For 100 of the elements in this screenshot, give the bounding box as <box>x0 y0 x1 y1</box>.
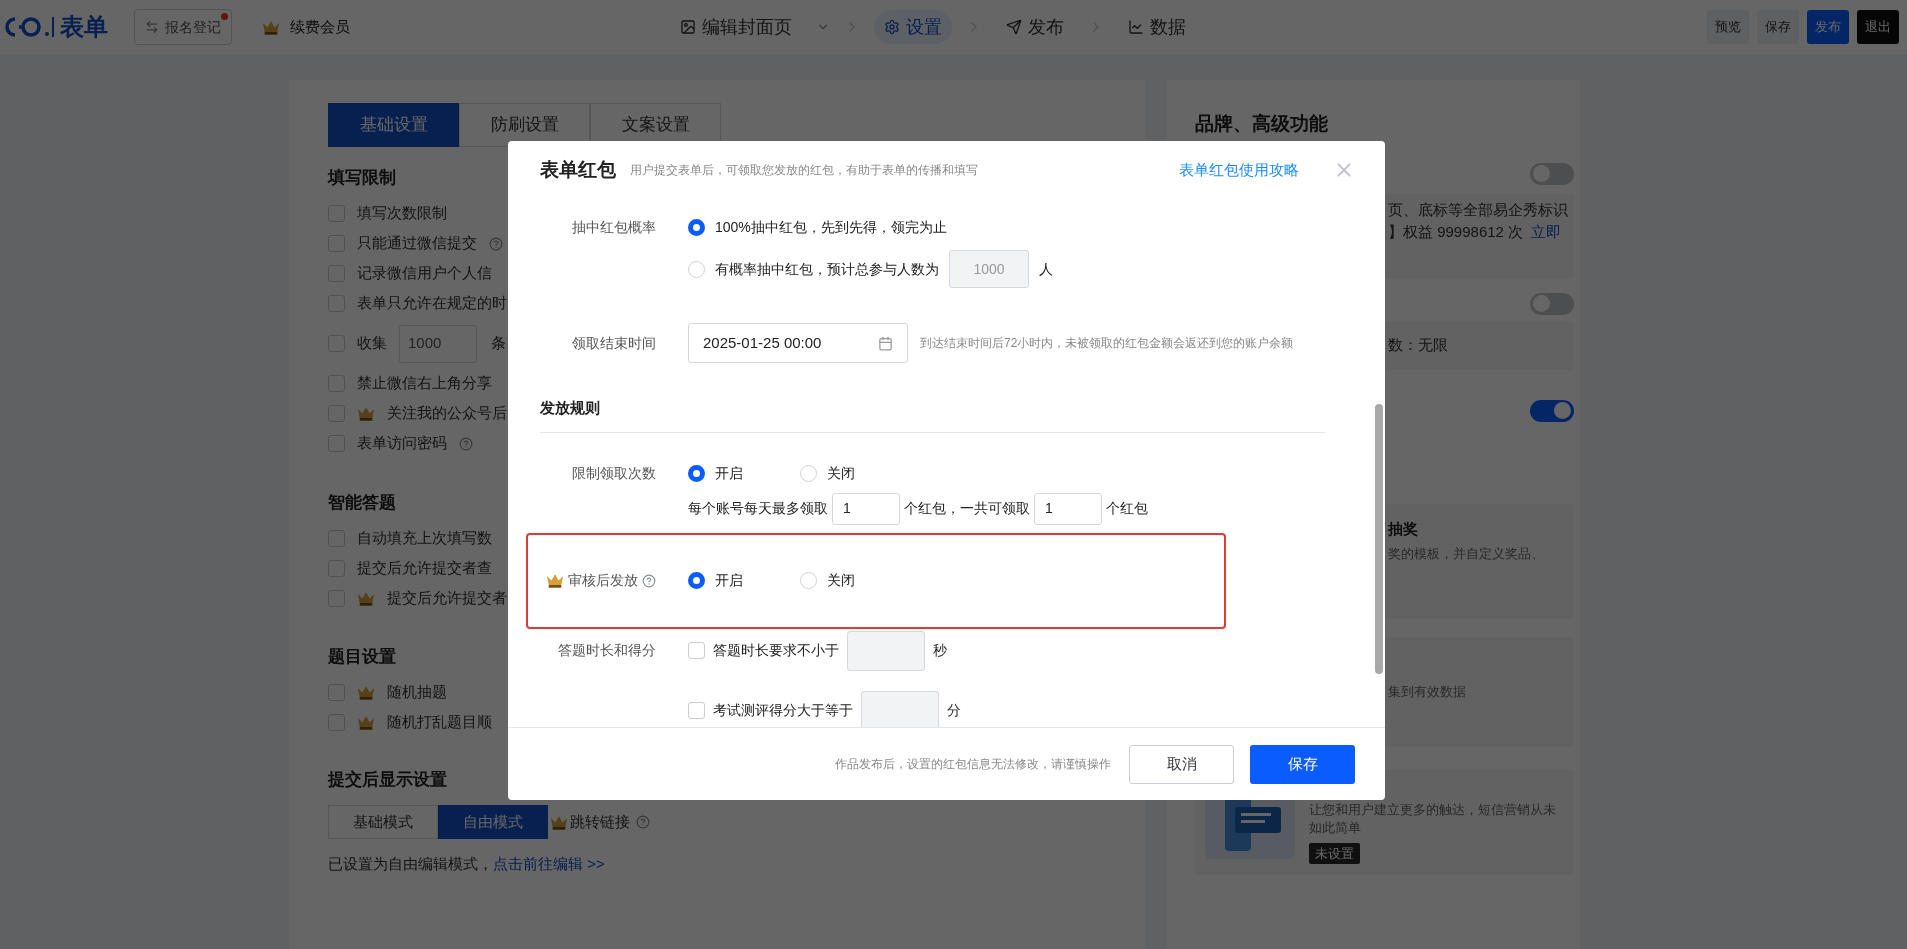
help-icon[interactable] <box>489 236 503 251</box>
option-label: 提交后允许提交者 <box>387 587 507 608</box>
checkbox[interactable] <box>688 642 705 659</box>
mode-tab[interactable]: 自由模式 <box>438 805 548 839</box>
feature-link[interactable]: 立即 <box>1531 221 1562 244</box>
edit-link[interactable]: 点击前往编辑 >> <box>493 853 605 876</box>
option-label: 记录微信用户个人信 <box>357 263 492 284</box>
panel-title: 品牌、高级功能 <box>1195 112 1329 136</box>
toolbar-button[interactable]: 保存 <box>1757 10 1799 44</box>
guide-link[interactable]: 表单红包使用攻略 <box>1179 158 1299 182</box>
number-field[interactable] <box>847 630 925 671</box>
line-chart-icon <box>1128 19 1144 35</box>
option-label: 禁止微信右上角分享 <box>357 373 492 394</box>
limit-text: 个红包，一共可领取 <box>904 499 1030 518</box>
option-label: 随机抽题 <box>387 682 447 703</box>
help-icon[interactable] <box>642 573 656 588</box>
field-hint: 到达结束时间后72小时内，未被领取的红包金额会返还到您的账户余额 <box>920 335 1294 352</box>
help-icon[interactable] <box>636 815 650 829</box>
feature-text: 】权益 99998612 次 <box>1388 222 1524 243</box>
settings-tab[interactable]: 防刷设置 <box>459 103 590 147</box>
logo-text: 表单 <box>60 12 108 42</box>
feature-text: 页、底标等全部易企秀标识 <box>1388 200 1568 221</box>
member-link[interactable]: 续费会员 <box>290 15 350 39</box>
option-label: 关注我的公众号后 <box>387 403 507 424</box>
option-label: 自动填充上次填写数 <box>357 527 492 548</box>
toggle-switch[interactable] <box>1530 399 1574 422</box>
count-field[interactable]: 1000 <box>399 324 477 363</box>
feature-heading: 抽奖 <box>1388 518 1419 539</box>
cancel-button[interactable]: 取消 <box>1129 744 1234 784</box>
footer-note: 作品发布后，设置的红包信息无法修改，请谨慎操作 <box>835 756 1111 773</box>
daily-limit-field[interactable]: 1 <box>832 492 900 525</box>
section-title: 智能答题 <box>328 491 396 514</box>
date-field[interactable]: 2025-01-25 00:00 <box>688 323 908 363</box>
radio-button[interactable] <box>688 218 705 236</box>
toolbar-button[interactable]: 退出 <box>1857 10 1899 44</box>
mode-tab[interactable]: 跳转链接 <box>548 805 652 839</box>
unit-label: 人 <box>1039 259 1053 279</box>
register-button[interactable]: 报名登记 <box>134 9 232 45</box>
checkbox[interactable] <box>688 702 705 719</box>
limit-text: 每个账号每天最多领取 <box>688 499 828 518</box>
feature-text: 数：无限 <box>1388 334 1448 355</box>
option-label: 表单访问密码 <box>357 433 447 454</box>
total-limit-field[interactable]: 1 <box>1034 492 1102 525</box>
radio-label: 开启 <box>715 464 743 483</box>
field-label: 限制领取次数 <box>572 464 656 483</box>
section-title: 题目设置 <box>328 646 396 668</box>
swap-icon <box>145 20 159 34</box>
logo-icon <box>4 15 56 39</box>
step-tab[interactable]: 发布 <box>996 10 1074 44</box>
toggle-switch[interactable] <box>1530 292 1574 315</box>
calendar-icon <box>878 335 893 351</box>
section-title: 填写限制 <box>328 167 396 189</box>
toggle-switch[interactable] <box>1530 162 1574 185</box>
settings-icon <box>884 19 900 35</box>
option-label: 填写次数限制 <box>357 203 447 224</box>
unit-label: 条 <box>491 333 506 354</box>
settings-tab[interactable]: 基础设置 <box>328 103 459 147</box>
participant-field[interactable]: 1000 <box>949 250 1029 288</box>
check-label: 答题时长要求不小于 <box>713 641 839 660</box>
mode-tab[interactable]: 基础模式 <box>328 805 438 839</box>
option-label: 提交后允许提交者查 <box>357 557 492 578</box>
mode-note: 已设置为自由编辑模式， <box>328 854 493 874</box>
field-label: 领取结束时间 <box>572 333 656 353</box>
radio-label: 关闭 <box>827 571 855 590</box>
step-tab[interactable]: 设置 <box>874 10 952 44</box>
option-label: 只能通过微信提交 <box>357 233 477 254</box>
radio-label: 关闭 <box>827 464 855 483</box>
unit-label: 分 <box>947 701 961 720</box>
dialog-subtitle: 用户提交表单后，可领取您发放的红包，有助于表单的传播和填写 <box>630 162 978 179</box>
radio-label: 有概率抽中红包，预计总参与人数为 <box>715 259 939 279</box>
radio-button[interactable] <box>688 465 705 482</box>
field-label: 抽中红包概率 <box>572 217 656 237</box>
save-button[interactable]: 保存 <box>1250 744 1355 784</box>
feature-text: 集到有效数据 <box>1388 682 1467 701</box>
section-title: 提交后显示设置 <box>328 768 447 791</box>
image-icon <box>680 19 696 35</box>
radio-label: 开启 <box>715 571 743 590</box>
status-tag: 未设置 <box>1309 842 1360 864</box>
radio-label: 100%抽中红包，先到先得，领完为止 <box>715 217 947 237</box>
paper-plane-icon <box>1006 19 1022 35</box>
step-tab[interactable]: 编辑封面页 <box>670 10 802 44</box>
option-label: 收集 <box>357 333 387 354</box>
number-field[interactable] <box>861 690 939 727</box>
crown-icon <box>262 19 280 35</box>
field-label: 审核后发放 <box>568 571 638 590</box>
field-label: 答题时长和得分 <box>558 641 656 660</box>
radio-button[interactable] <box>688 572 705 589</box>
check-label: 考试测评得分大于等于 <box>713 701 853 720</box>
toolbar-button[interactable]: 发布 <box>1807 10 1849 44</box>
toolbar-button[interactable]: 预览 <box>1707 10 1749 44</box>
dialog-title: 表单红包 <box>540 157 616 182</box>
scrollbar-thumb[interactable] <box>1375 404 1383 674</box>
help-icon[interactable] <box>459 436 473 451</box>
step-tab[interactable]: 数据 <box>1118 10 1196 44</box>
limit-text: 个红包 <box>1106 499 1148 518</box>
unit-label: 秒 <box>933 641 947 660</box>
section-title: 发放规则 <box>540 398 600 418</box>
date-value: 2025-01-25 00:00 <box>703 332 822 353</box>
option-label: 随机打乱题目顺 <box>387 712 492 733</box>
option-label: 表单只允许在规定的时 <box>357 293 507 314</box>
